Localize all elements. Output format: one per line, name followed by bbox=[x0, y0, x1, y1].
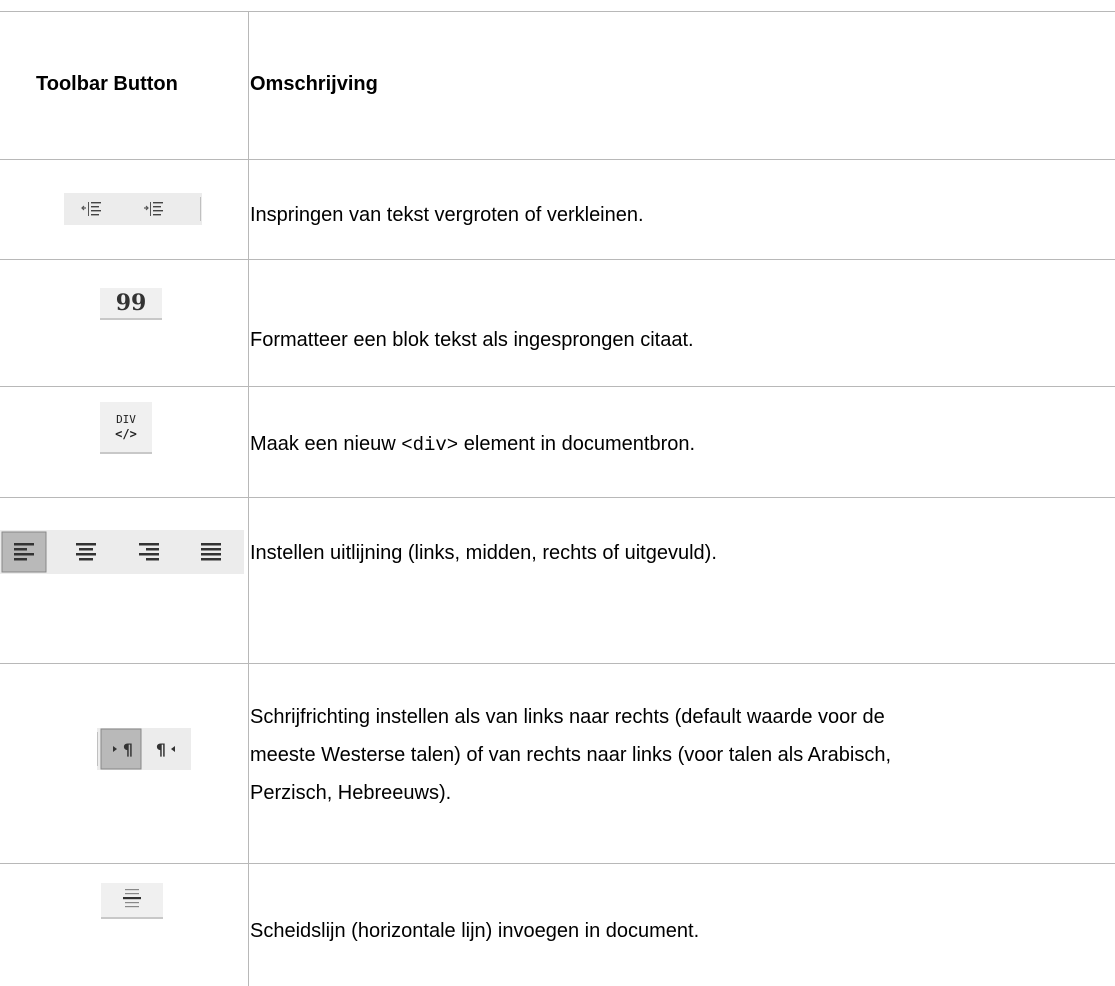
row-divider bbox=[0, 159, 1115, 160]
row-description: Schrijfrichting instellen als van links … bbox=[250, 698, 1110, 812]
row-divider bbox=[0, 863, 1115, 864]
svg-text:¶: ¶ bbox=[123, 740, 133, 759]
div-icon-label: DIV bbox=[116, 413, 136, 426]
blockquote-icon[interactable]: 99 bbox=[100, 288, 162, 320]
description-line: Schrijfrichting instellen als van links … bbox=[250, 706, 885, 728]
row-divider bbox=[0, 259, 1115, 260]
text-direction-ltr-icon[interactable]: ¶ bbox=[110, 738, 138, 760]
svg-text:99: 99 bbox=[116, 290, 147, 316]
description-text: element in documentbron. bbox=[458, 433, 696, 455]
row-divider bbox=[0, 386, 1115, 387]
row-description: Formatteer een blok tekst als ingesprong… bbox=[250, 329, 694, 351]
description-text: Maak een nieuw bbox=[250, 433, 402, 455]
description-line: Perzisch, Hebreeuws). bbox=[250, 782, 452, 804]
align-justify-icon[interactable] bbox=[199, 541, 223, 563]
svg-text:</>: </> bbox=[115, 427, 137, 441]
row-divider bbox=[0, 497, 1115, 498]
row-divider bbox=[0, 663, 1115, 664]
align-center-icon[interactable] bbox=[74, 541, 98, 563]
row-description: Instellen uitlijning (links, midden, rec… bbox=[250, 542, 717, 564]
table-top-border bbox=[0, 11, 1115, 12]
description-line: meeste Westerse talen) of van rechts naa… bbox=[250, 744, 892, 766]
header-omschrijving: Omschrijving bbox=[250, 73, 378, 95]
horizontal-rule-icon[interactable] bbox=[101, 883, 163, 919]
row-description: Inspringen van tekst vergroten of verkle… bbox=[250, 204, 644, 226]
indent-decrease-icon[interactable] bbox=[143, 199, 165, 219]
indent-increase-icon[interactable] bbox=[81, 199, 103, 219]
text-direction-rtl-icon[interactable]: ¶ bbox=[151, 738, 179, 760]
create-div-icon[interactable]: DIV </> bbox=[100, 402, 152, 454]
align-right-icon[interactable] bbox=[137, 541, 161, 563]
header-toolbar-button: Toolbar Button bbox=[36, 73, 178, 95]
column-divider bbox=[248, 11, 249, 986]
description-code: <div> bbox=[401, 434, 459, 456]
row-description: Maak een nieuw <div> element in document… bbox=[250, 425, 1110, 464]
align-left-icon[interactable] bbox=[12, 541, 36, 563]
svg-text:¶: ¶ bbox=[156, 740, 166, 759]
row-description: Scheidslijn (horizontale lijn) invoegen … bbox=[250, 920, 700, 942]
